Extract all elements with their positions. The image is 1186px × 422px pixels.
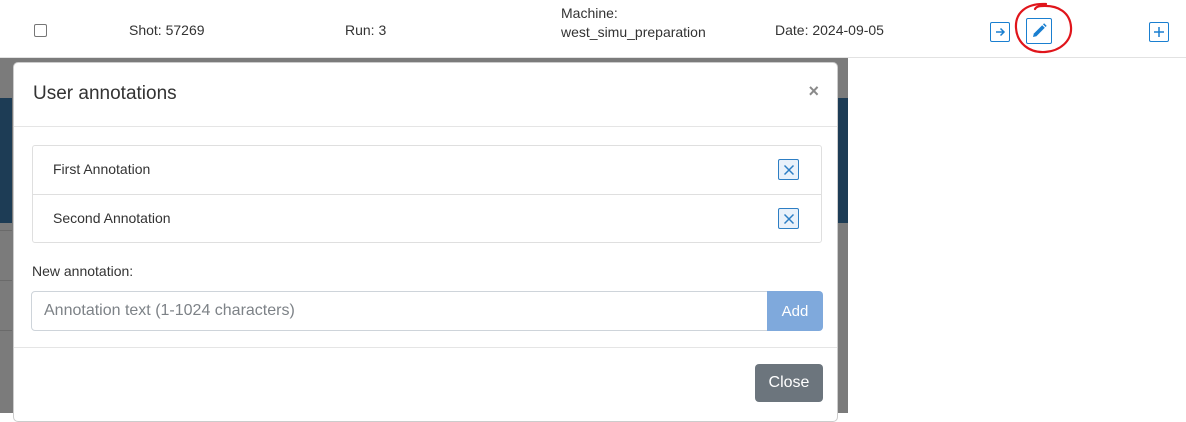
divider — [0, 230, 12, 231]
delete-annotation-button[interactable] — [778, 208, 799, 229]
list-item: Second Annotation — [33, 195, 821, 244]
delete-annotation-button[interactable] — [778, 159, 799, 180]
open-shot-button[interactable] — [990, 22, 1010, 42]
annotation-label: Second Annotation — [53, 210, 171, 226]
add-annotation-button[interactable]: Add — [767, 291, 823, 331]
plus-icon — [1154, 27, 1164, 37]
modal-header: User annotations × — [14, 63, 837, 127]
new-annotation-label: New annotation: — [32, 263, 134, 279]
add-to-list-button[interactable] — [1149, 22, 1169, 42]
pencil-edit-icon — [1033, 23, 1047, 37]
close-box-icon — [783, 164, 794, 175]
divider — [0, 280, 12, 281]
annotation-list: First Annotation Second Annotation — [32, 145, 822, 243]
divider — [0, 330, 12, 331]
annotation-label: First Annotation — [53, 161, 151, 177]
modal-footer: Close — [14, 347, 837, 421]
arrow-right-icon — [996, 27, 1006, 37]
background-panel-left — [0, 98, 12, 223]
machine-label: Machine: — [561, 5, 618, 21]
annotation-text-input[interactable] — [31, 291, 768, 331]
row-select-checkbox[interactable] — [34, 24, 47, 37]
run-number: Run: 3 — [345, 22, 387, 38]
date: Date: 2024-09-05 — [775, 22, 884, 38]
annotations-modal: User annotations × First Annotation Seco… — [13, 62, 838, 422]
modal-title: User annotations — [33, 83, 177, 104]
close-button[interactable]: Close — [755, 364, 823, 402]
edit-annotations-button[interactable] — [1026, 18, 1052, 44]
machine-value: west_simu_preparation — [561, 24, 706, 40]
shot-number: Shot: 57269 — [129, 22, 205, 38]
new-annotation-group: Add — [31, 291, 823, 331]
close-box-icon — [783, 213, 794, 224]
list-item: First Annotation — [33, 146, 821, 195]
machine-info: Machine: west_simu_preparation — [561, 4, 706, 42]
close-icon[interactable]: × — [808, 82, 819, 100]
table-row: Shot: 57269 Run: 3 Machine: west_simu_pr… — [0, 0, 1186, 58]
